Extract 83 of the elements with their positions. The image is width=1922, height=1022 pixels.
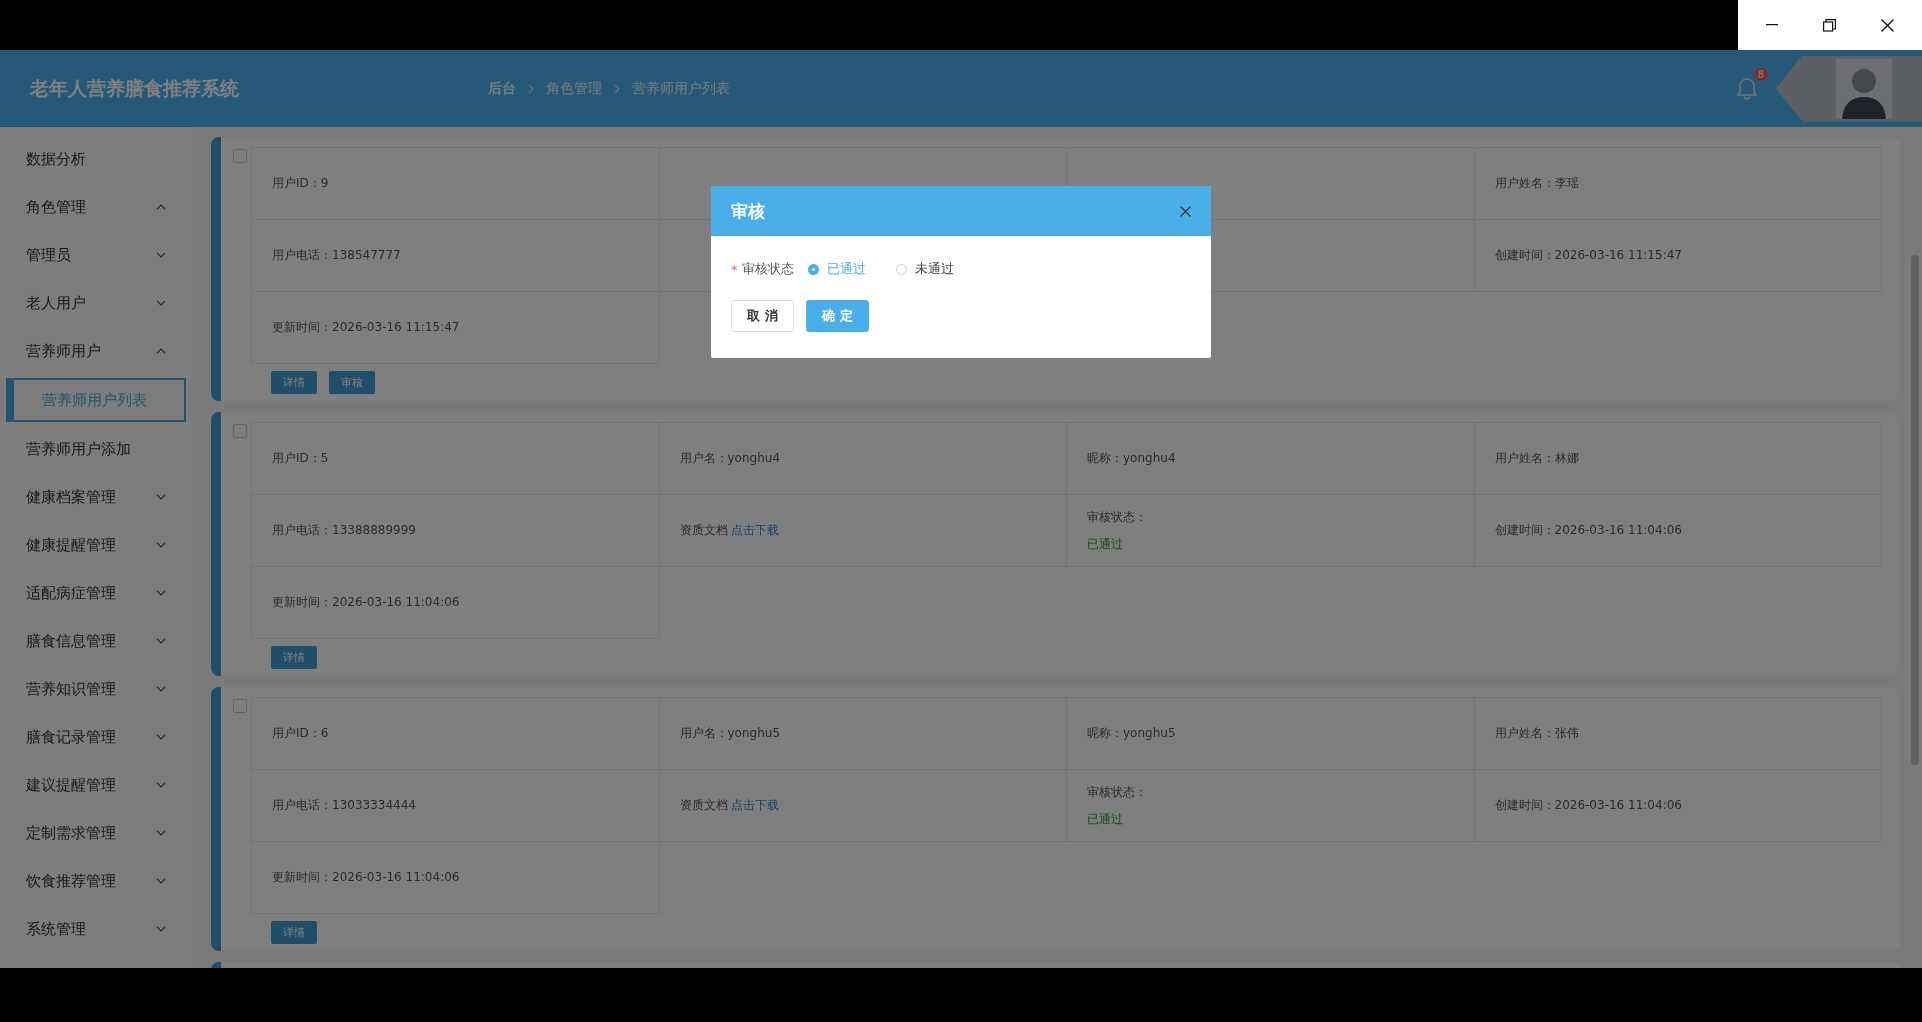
field-text: 创建时间：2026-03-16 11:04:06 <box>1494 797 1682 814</box>
menu-group[interactable]: 营养知识管理 <box>0 665 192 713</box>
menu-group[interactable]: 营养师用户 <box>0 327 192 375</box>
field-text: 创建时间：2026-03-16 11:15:47 <box>1494 247 1682 264</box>
field-text: 昵称：yonghu4 <box>1087 450 1176 467</box>
field-text: 用户姓名：李瑶 <box>1494 175 1579 192</box>
close-icon[interactable] <box>1880 18 1894 32</box>
chevron-right-icon <box>528 83 534 94</box>
field-text: 用户姓名：林娜 <box>1494 450 1579 467</box>
status-text: 已通过 <box>1087 810 1123 828</box>
minimize-icon[interactable] <box>1766 24 1779 26</box>
menu-group[interactable]: 饮食推荐管理 <box>0 857 192 905</box>
checkbox[interactable] <box>233 424 247 438</box>
notification-badge: 8 <box>1753 67 1768 81</box>
field-text: 用户ID：5 <box>272 450 329 467</box>
cancel-button[interactable]: 取 消 <box>731 300 794 332</box>
field-text: 用户ID：6 <box>272 725 329 742</box>
menu-group[interactable]: 健康提醒管理 <box>0 521 192 569</box>
field-label: 审核状态： <box>1087 783 1147 801</box>
download-link[interactable]: 点击下载 <box>731 522 780 539</box>
radio-label[interactable]: 已通过 <box>826 260 866 278</box>
menu-group-label: 膳食信息管理 <box>26 631 116 651</box>
field-text: 用户电话：13388889999 <box>272 522 416 539</box>
field-text: 用户姓名：张伟 <box>1494 725 1579 742</box>
field-text: 用户ID：9 <box>272 175 329 192</box>
field-text: 昵称：yonghu5 <box>1087 725 1176 742</box>
checkbox[interactable] <box>233 149 247 163</box>
confirm-button[interactable]: 确 定 <box>806 300 869 332</box>
menu-group[interactable]: 角色管理 <box>0 183 192 231</box>
field-text: 用户电话：138547777 <box>272 247 401 264</box>
download-link[interactable]: 点击下载 <box>731 797 780 814</box>
required-mark: * <box>731 261 738 277</box>
action-button[interactable]: 详情 <box>271 921 317 944</box>
scrollbar-thumb[interactable] <box>1911 255 1919 765</box>
menu-group-label: 健康档案管理 <box>26 487 116 507</box>
menu-group-label: 建议提醒管理 <box>26 775 116 795</box>
bell-icon[interactable] <box>1736 76 1758 101</box>
field-label: 资质文档 <box>679 522 728 539</box>
restore-icon[interactable] <box>1823 18 1836 32</box>
radio-button[interactable] <box>895 263 907 275</box>
field-text: 用户名：yonghu5 <box>679 725 780 742</box>
menu-group-label: 营养师用户 <box>26 341 101 361</box>
action-button[interactable]: 详情 <box>271 371 317 394</box>
field-text: 用户名：yonghu4 <box>679 450 780 467</box>
menu-group[interactable]: 定制需求管理 <box>0 809 192 857</box>
avatar-icon[interactable] <box>1836 58 1892 119</box>
menu-group[interactable]: 适配病症管理 <box>0 569 192 617</box>
status-text: 已通过 <box>1087 535 1123 553</box>
menu-group[interactable]: 管理员 <box>0 231 192 279</box>
field-label: 审核状态： <box>1087 508 1147 526</box>
menu-group-label: 系统管理 <box>26 919 86 939</box>
field-text: 用户电话：13033334444 <box>272 797 416 814</box>
menu-group[interactable]: 健康档案管理 <box>0 473 192 521</box>
menu-group[interactable]: 老人用户 <box>0 279 192 327</box>
field-text: 创建时间：2026-03-16 11:04:06 <box>1494 522 1682 539</box>
checkbox[interactable] <box>233 699 247 713</box>
dialog-title: 审核 <box>731 199 765 223</box>
menu-group[interactable]: 膳食记录管理 <box>0 713 192 761</box>
menu-group-label: 适配病症管理 <box>26 583 116 603</box>
field-text: 更新时间：2026-03-16 11:04:06 <box>272 869 460 886</box>
menu-group[interactable]: 系统管理 <box>0 905 192 953</box>
radio-button[interactable] <box>807 263 819 275</box>
field-text: 更新时间：2026-03-16 11:15:47 <box>272 319 460 336</box>
action-button[interactable]: 审核 <box>329 371 375 394</box>
menu-group-label: 饮食推荐管理 <box>26 871 116 891</box>
field-label: 审核状态 <box>741 260 794 278</box>
field-label: 资质文档 <box>679 797 728 814</box>
menu-item[interactable]: 数据分析 <box>0 135 192 183</box>
menu-group[interactable]: 膳食信息管理 <box>0 617 192 665</box>
menu-group[interactable]: 建议提醒管理 <box>0 761 192 809</box>
menu-group-label: 健康提醒管理 <box>26 535 116 555</box>
chevron-right-icon <box>614 83 620 94</box>
field-text: 更新时间：2026-03-16 11:04:06 <box>272 594 460 611</box>
menu-item[interactable]: 营养师用户添加 <box>0 425 192 473</box>
menu-group-label: 膳食记录管理 <box>26 727 116 747</box>
radio-label[interactable]: 未通过 <box>914 260 954 278</box>
menu-group-label: 老人用户 <box>26 293 86 313</box>
menu-group-label: 营养知识管理 <box>26 679 116 699</box>
menu-group-label: 定制需求管理 <box>26 823 116 843</box>
menu-group-label: 管理员 <box>26 245 71 265</box>
action-button[interactable]: 详情 <box>271 646 317 669</box>
menu-group-label: 角色管理 <box>26 197 86 217</box>
app-title: 老年人营养膳食推荐系统 <box>29 75 240 101</box>
